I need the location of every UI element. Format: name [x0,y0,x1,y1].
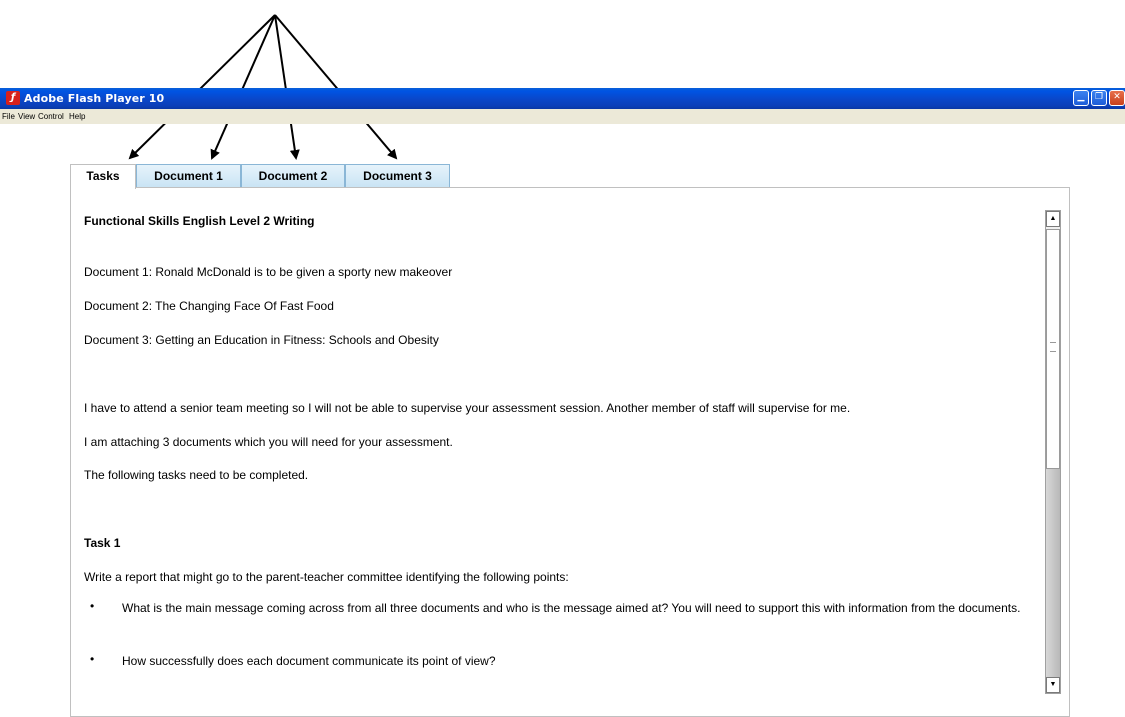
tab-document-1[interactable]: Document 1 [136,164,241,188]
close-icon: ✕ [1113,92,1121,102]
instruction-paragraph: I have to attend a senior team meeting s… [84,401,851,415]
arrow-up-icon: ▲ [1049,215,1057,222]
scrollbar-thumb[interactable] [1046,229,1060,469]
document-reference: Document 1: Ronald McDonald is to be giv… [84,265,453,279]
tab-label: Tasks [86,169,120,183]
arrow-to-tasks-tab [128,14,276,160]
menu-bar: File View Control Help [0,109,1125,124]
arrow-down-icon: ▼ [1049,681,1057,688]
document-reference: Document 2: The Changing Face Of Fast Fo… [84,299,334,313]
minimize-button[interactable]: ▁ [1073,90,1089,106]
annotation-arrows [128,14,398,160]
menu-file[interactable]: File [2,112,15,121]
close-button[interactable]: ✕ [1109,90,1125,106]
flash-player-icon: ƒ [6,91,20,105]
menu-help[interactable]: Help [69,112,85,121]
arrow-to-document2-tab [274,14,300,160]
instruction-paragraph: The following tasks need to be completed… [84,468,309,482]
restore-button[interactable]: ❐ [1091,90,1107,106]
bullet-text: How successfully does each document comm… [122,654,496,668]
vertical-scrollbar[interactable]: ▲ ▼ [1045,210,1061,694]
document-reference: Document 3: Getting an Education in Fitn… [84,333,439,347]
window-title: Adobe Flash Player 10 [24,92,165,105]
arrow-to-document3-tab [274,14,398,160]
window-title-bar[interactable]: ƒ Adobe Flash Player 10 ▁ ❐ ✕ [0,88,1125,109]
tab-tasks[interactable]: Tasks [70,164,136,189]
menu-view[interactable]: View [18,112,35,121]
grip-icon [1050,342,1056,352]
scroll-up-button[interactable]: ▲ [1046,211,1060,227]
menu-control[interactable]: Control [38,112,64,121]
tab-label: Document 3 [363,169,432,183]
task-title: Task 1 [84,536,121,550]
instruction-paragraph: I am attaching 3 documents which you wil… [84,435,453,449]
bullet-icon: • [90,599,95,613]
minimize-icon: ▁ [1077,92,1085,102]
task-intro: Write a report that might go to the pare… [84,570,569,584]
arrow-to-document1-tab [210,14,276,160]
page-heading: Functional Skills English Level 2 Writin… [84,214,315,228]
tab-document-3[interactable]: Document 3 [345,164,450,188]
scroll-down-button[interactable]: ▼ [1046,677,1060,693]
tab-label: Document 1 [154,169,223,183]
bullet-text: What is the main message coming across f… [122,601,1021,615]
bullet-icon: • [90,652,95,666]
tab-document-2[interactable]: Document 2 [241,164,345,188]
scrollbar-track[interactable] [1046,469,1060,677]
tab-label: Document 2 [258,169,328,183]
restore-icon: ❐ [1094,92,1104,102]
